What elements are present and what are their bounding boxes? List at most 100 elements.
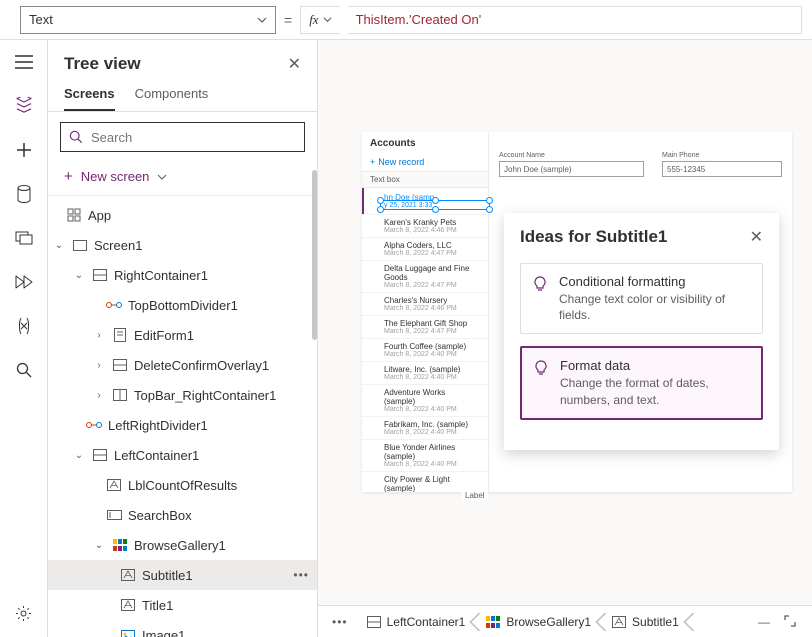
property-dropdown[interactable]: Text [20, 6, 276, 34]
formula-bar: Text = fx ThisItem.'Created On' [0, 0, 812, 40]
variables-icon[interactable] [14, 316, 34, 336]
tree-item-subtitle1[interactable]: Subtitle1 ••• [48, 560, 317, 590]
scrollbar-thumb[interactable] [312, 170, 317, 340]
list-item[interactable]: Fourth Coffee (sample)March 8, 2022 4:40… [362, 339, 488, 362]
tree-title: Tree view [64, 54, 141, 74]
breadcrumb-item[interactable]: BrowseGallery1 [477, 611, 601, 633]
list-item[interactable]: Charles's NurseryMarch 8, 2022 4:46 PM [362, 293, 488, 316]
accountname-input[interactable]: John Doe (sample) [499, 161, 644, 177]
chevron-down-icon[interactable]: ⌄ [72, 270, 86, 281]
lightbulb-icon [533, 276, 549, 292]
data-icon[interactable] [14, 184, 34, 204]
formula-token: 'Created On' [409, 12, 481, 27]
search-icon[interactable] [14, 360, 34, 380]
container-icon [366, 614, 382, 630]
chevron-right-icon[interactable]: › [92, 330, 106, 341]
screen-icon [72, 237, 88, 253]
formula-input[interactable]: ThisItem.'Created On' [348, 6, 802, 34]
tree-item-leftrightdiv[interactable]: LeftRightDivider1 [48, 410, 317, 440]
close-icon[interactable]: ✕ [288, 54, 301, 74]
search-field[interactable] [91, 130, 296, 145]
list-item[interactable]: Fabrikam, Inc. (sample)March 8, 2022 4:4… [362, 417, 488, 440]
chevron-right-icon[interactable]: › [92, 360, 106, 371]
idea-card-conditional[interactable]: Conditional formatting Change text color… [520, 263, 763, 334]
media-icon[interactable] [14, 228, 34, 248]
ideas-title: Ideas for Subtitle1 [520, 227, 667, 247]
tree-item-label: RightContainer1 [114, 268, 309, 283]
tree-item-browsegallery[interactable]: ⌄ BrowseGallery1 [48, 530, 317, 560]
idea-title: Format data [560, 358, 749, 373]
breadcrumb-item[interactable]: Subtitle1 [603, 611, 689, 633]
new-record-button[interactable]: +New record [362, 155, 488, 171]
tab-components[interactable]: Components [135, 80, 209, 111]
breadcrumb-more[interactable]: ••• [324, 615, 356, 629]
minimize-icon[interactable]: — [758, 615, 770, 629]
tree-item-rightcontainer[interactable]: ⌄ RightContainer1 [48, 260, 317, 290]
left-rail [0, 40, 48, 637]
tree-item-deleteconfirm[interactable]: › DeleteConfirmOverlay1 [48, 350, 317, 380]
container-icon [92, 447, 108, 463]
expand-icon[interactable] [784, 615, 796, 629]
tree-item-label: EditForm1 [134, 328, 309, 343]
idea-card-formatdata[interactable]: Format data Change the format of dates, … [520, 346, 763, 419]
close-icon[interactable]: ✕ [750, 227, 763, 247]
tree-item-title1[interactable]: Title1 [48, 590, 317, 620]
list-item[interactable]: Adventure Works (sample)March 8, 2022 4:… [362, 385, 488, 417]
tree-item-topbottomdiv[interactable]: TopBottomDivider1 [48, 290, 317, 320]
breadcrumb-item[interactable]: LeftContainer1 [358, 611, 476, 633]
tab-screens[interactable]: Screens [64, 80, 115, 111]
fx-icon: fx [309, 12, 318, 28]
image-icon [120, 627, 136, 637]
chevron-down-icon [323, 15, 332, 24]
search-icon [69, 130, 83, 144]
tree-item-label: LeftRightDivider1 [108, 418, 309, 433]
chevron-down-icon[interactable]: ⌄ [92, 540, 106, 551]
fx-dropdown[interactable]: fx [300, 6, 339, 34]
form-icon [112, 327, 128, 343]
tree-item-editform[interactable]: › EditForm1 [48, 320, 317, 350]
tree-item-topbar[interactable]: › TopBar_RightContainer1 [48, 380, 317, 410]
breadcrumb-label: BrowseGallery1 [506, 615, 591, 629]
new-screen-button[interactable]: + New screen [48, 162, 317, 196]
chevron-down-icon[interactable]: ⌄ [72, 450, 86, 461]
label-icon [106, 477, 122, 493]
list-item[interactable]: Alpha Coders, LLCMarch 8, 2022 4:47 PM [362, 238, 488, 261]
tree-item-searchbox[interactable]: SearchBox [48, 500, 317, 530]
app-icon [66, 207, 82, 223]
search-input[interactable] [60, 122, 305, 152]
list-item[interactable]: Litware, Inc. (sample)March 8, 2022 4:40… [362, 362, 488, 385]
settings-icon[interactable] [14, 603, 34, 623]
list-item[interactable]: Blue Yonder Airlines (sample)March 8, 20… [362, 440, 488, 472]
tree-panel: Tree view ✕ Screens Components + New scr… [48, 40, 318, 637]
breadcrumb-label: Subtitle1 [632, 615, 679, 629]
gallery-icon [485, 614, 501, 630]
container-icon [92, 267, 108, 283]
insert-icon[interactable] [14, 140, 34, 160]
preview-list: hn Doe (sampy 25, 2021 3:33Karen's Krank… [362, 188, 488, 492]
tree-item-leftcontainer[interactable]: ⌄ LeftContainer1 [48, 440, 317, 470]
list-item[interactable]: The Elephant Gift ShopMarch 8, 2022 4:47… [362, 316, 488, 339]
tree-item-image1[interactable]: Image1 [48, 620, 317, 637]
more-icon[interactable]: ••• [293, 568, 309, 582]
idea-title: Conditional formatting [559, 274, 750, 289]
chevron-right-icon[interactable]: › [92, 390, 106, 401]
list-item[interactable]: Karen's Kranky PetsMarch 8, 2022 4:46 PM [362, 215, 488, 238]
divider-icon [86, 417, 102, 433]
tree-item-screen1[interactable]: ⌄ Screen1 [48, 230, 317, 260]
tree-item-label: Screen1 [94, 238, 309, 253]
canvas[interactable]: Accounts +New record Text box hn Doe (sa… [318, 40, 812, 637]
label-icon [120, 597, 136, 613]
tree-view-icon[interactable] [14, 96, 34, 116]
tree-item-label: TopBar_RightContainer1 [134, 388, 309, 403]
list-item[interactable]: Delta Luggage and Fine GoodsMarch 8, 202… [362, 261, 488, 293]
tree-item-label: LeftContainer1 [114, 448, 309, 463]
tree-item-app[interactable]: App [48, 200, 317, 230]
list-item[interactable]: hn Doe (sampy 25, 2021 3:33 [362, 188, 488, 215]
list-item[interactable]: City Power & Light (sample)March 8, 2022… [362, 472, 488, 492]
tree-item-lblcount[interactable]: LblCountOfResults [48, 470, 317, 500]
mainphone-input[interactable]: 555-12345 [662, 161, 782, 177]
tree-item-label: DeleteConfirmOverlay1 [134, 358, 309, 373]
power-automate-icon[interactable] [14, 272, 34, 292]
chevron-down-icon[interactable]: ⌄ [52, 240, 66, 251]
hamburger-icon[interactable] [14, 52, 34, 72]
